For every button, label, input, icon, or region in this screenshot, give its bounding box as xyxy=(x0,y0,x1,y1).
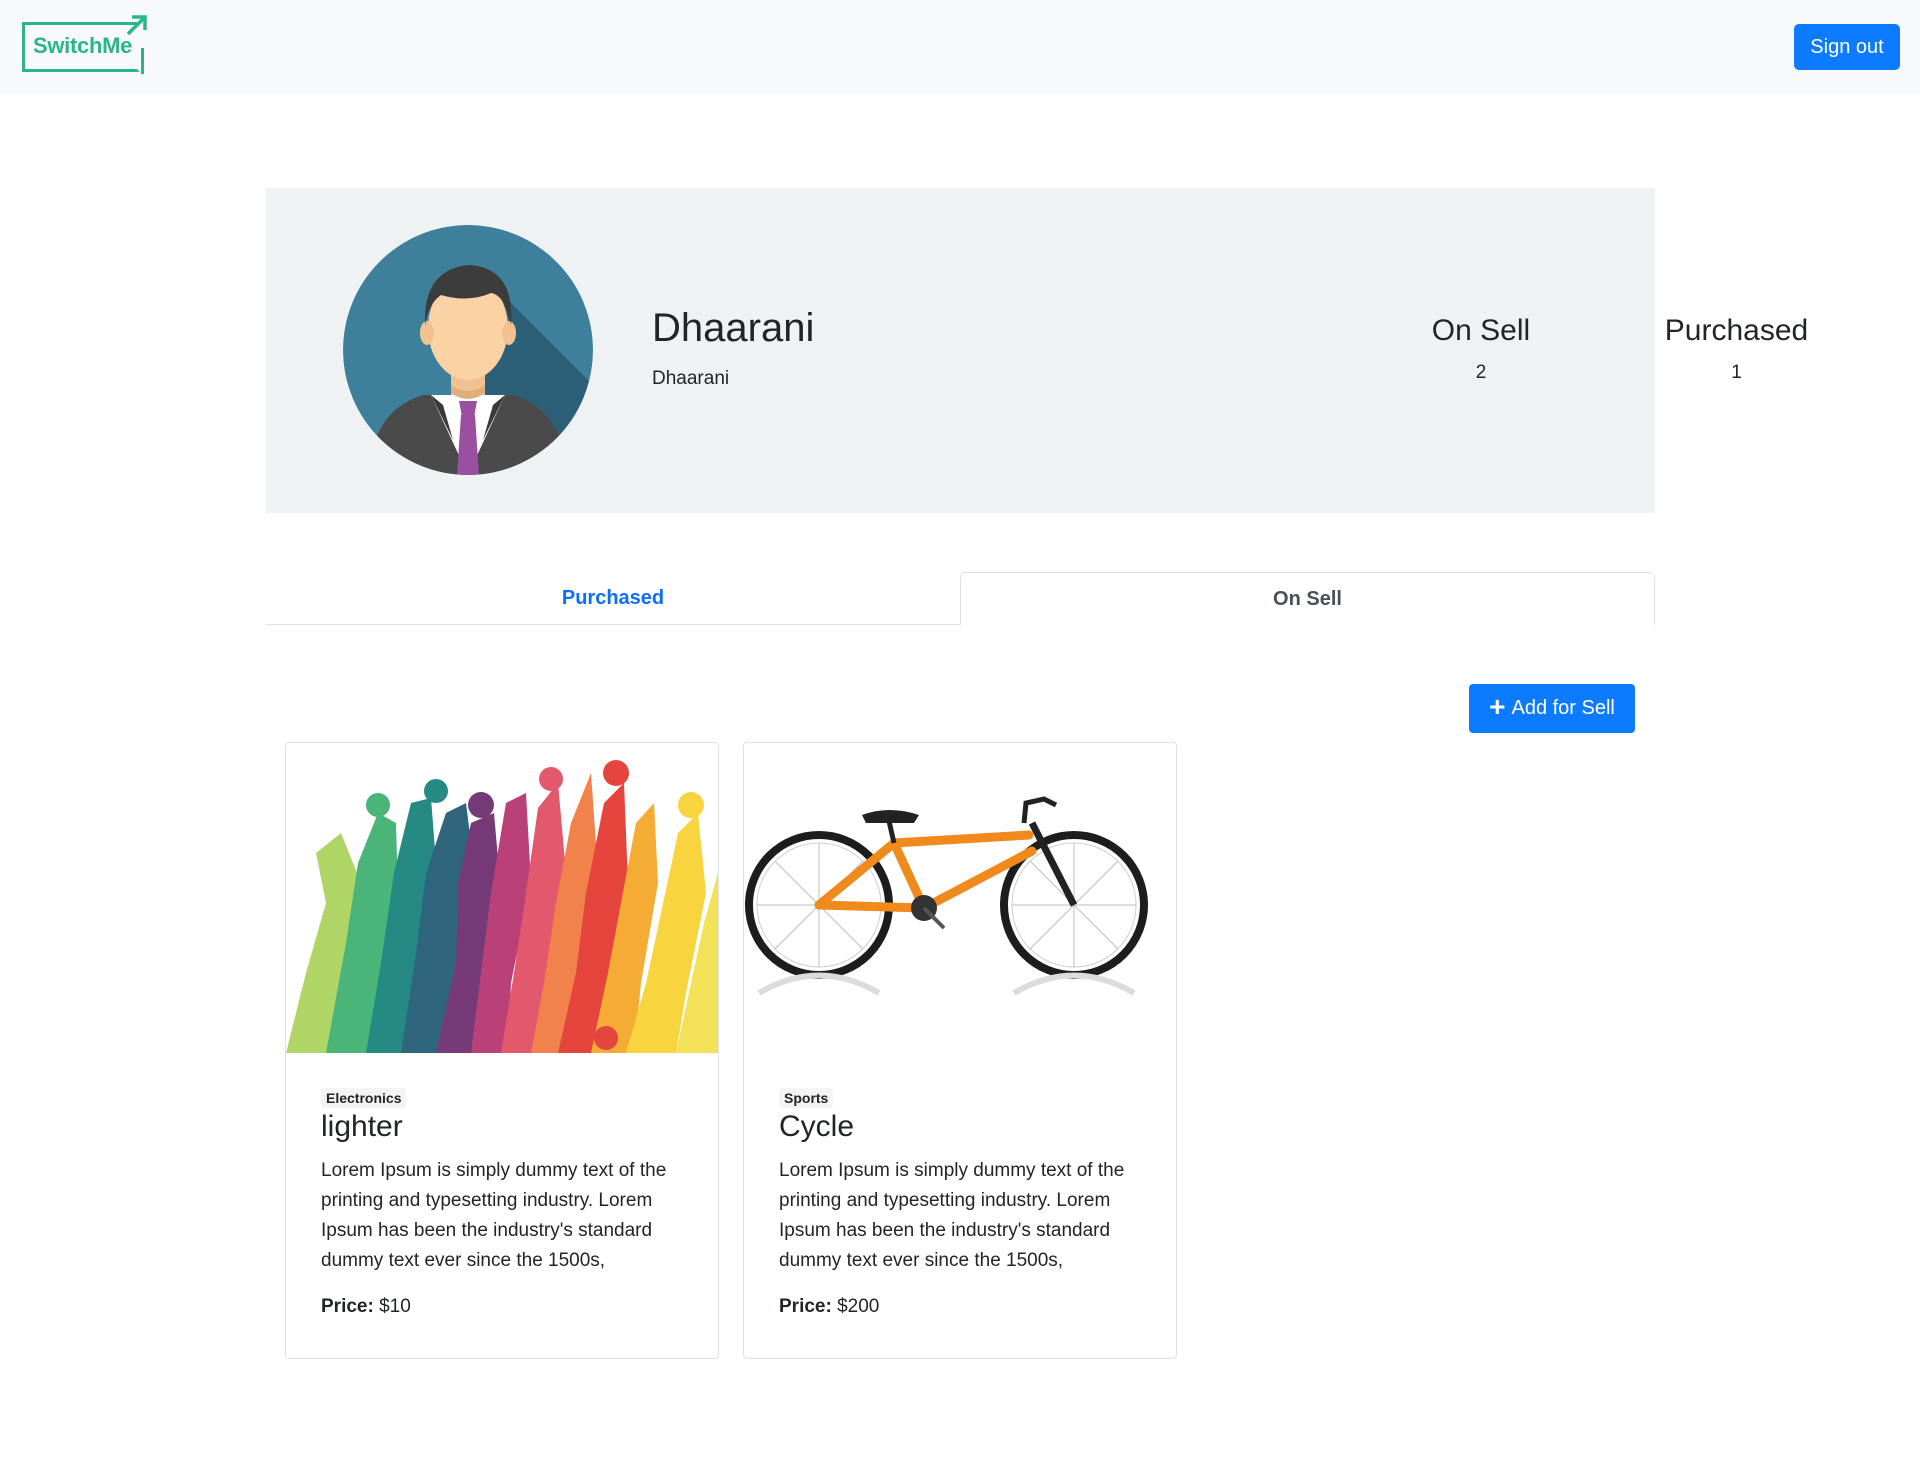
switchme-logo[interactable]: SwitchMe xyxy=(22,15,147,74)
sports-silhouettes-image xyxy=(286,743,718,1057)
navbar: SwitchMe Sign out xyxy=(0,0,1920,94)
product-image xyxy=(286,743,718,1057)
tab-bar: Purchased On Sell xyxy=(266,572,1655,625)
profile-header: Dhaarani Dhaarani On Sell 2 Purchased 1 xyxy=(266,188,1808,513)
stat-on-sell: On Sell 2 xyxy=(1365,314,1597,384)
product-price: Price: $10 xyxy=(321,1296,691,1318)
stat-on-sell-value: 2 xyxy=(1475,362,1487,383)
tab-purchased[interactable]: Purchased xyxy=(266,572,960,625)
logo-text: SwitchMe xyxy=(33,33,133,58)
product-card[interactable]: Sports Cycle Lorem Ipsum is simply dummy… xyxy=(743,742,1177,1359)
stat-purchased-label: Purchased xyxy=(1664,314,1809,347)
price-label: Price: xyxy=(779,1296,832,1317)
price-label: Price: xyxy=(321,1296,374,1317)
arrow-up-right-icon xyxy=(126,15,147,36)
card-body: Sports Cycle Lorem Ipsum is simply dummy… xyxy=(779,1088,1149,1318)
category-badge: Electronics xyxy=(321,1088,407,1108)
card-body: Electronics lighter Lorem Ipsum is simpl… xyxy=(321,1088,691,1318)
avatar xyxy=(343,225,593,475)
profile-name: Dhaarani xyxy=(652,306,815,350)
add-for-sell-label: Add for Sell xyxy=(1511,697,1615,719)
stat-purchased-value: 1 xyxy=(1731,362,1742,383)
stat-purchased: Purchased 1 xyxy=(1609,314,1864,384)
product-description: Lorem Ipsum is simply dummy text of the … xyxy=(779,1160,1125,1271)
stat-on-sell-label: On Sell xyxy=(1431,314,1531,347)
bicycle-image xyxy=(744,743,1176,1057)
price-value: $200 xyxy=(837,1296,880,1317)
product-image xyxy=(744,743,1176,1057)
product-price: Price: $200 xyxy=(779,1296,1149,1318)
sign-out-button[interactable]: Sign out xyxy=(1794,24,1900,70)
tab-on-sell[interactable]: On Sell xyxy=(960,572,1655,625)
product-title: Cycle xyxy=(779,1110,855,1143)
businessman-avatar-icon xyxy=(343,225,593,475)
product-description: Lorem Ipsum is simply dummy text of the … xyxy=(321,1160,667,1271)
product-card[interactable]: Electronics lighter Lorem Ipsum is simpl… xyxy=(285,742,719,1359)
add-for-sell-button[interactable]: + Add for Sell xyxy=(1469,684,1635,733)
category-badge: Sports xyxy=(779,1088,834,1108)
profile-username: Dhaarani xyxy=(652,368,730,389)
plus-icon: + xyxy=(1489,691,1506,722)
product-title: lighter xyxy=(321,1110,403,1143)
logo-frame-right xyxy=(141,48,144,74)
price-value: $10 xyxy=(379,1296,411,1317)
